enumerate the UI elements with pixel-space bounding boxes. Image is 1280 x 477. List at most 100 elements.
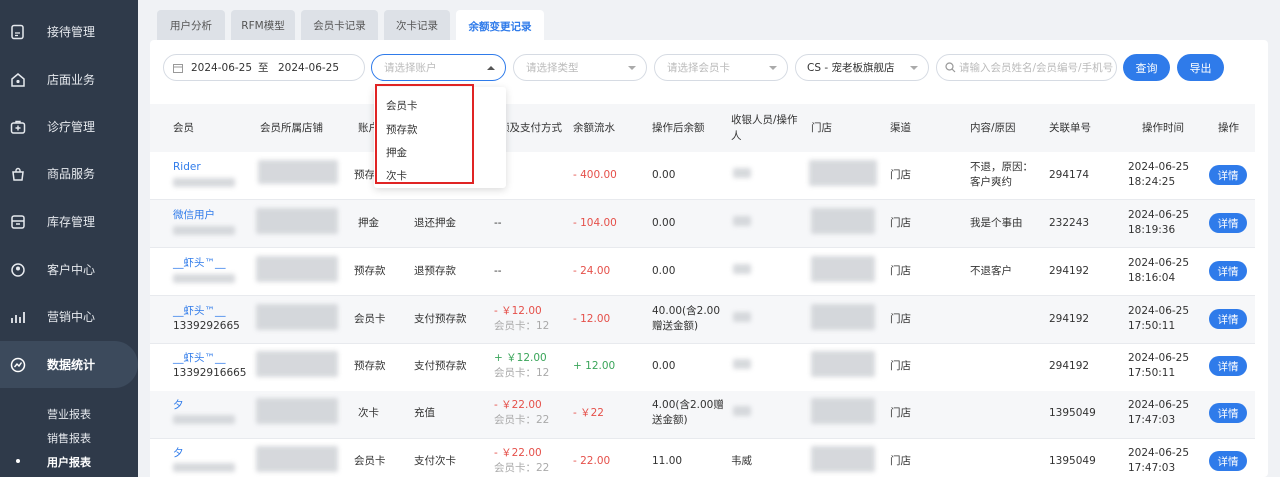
operation-time: 2024-06-25 18:19:36 [1128,209,1190,236]
chevron-down-icon [628,66,636,70]
sidebar-item-marketing[interactable]: 营销中心 [0,293,138,340]
balance-after: 11.00 [652,455,683,467]
balance-flow: - 400.00 [573,169,617,181]
member-name[interactable]: __虾头™__ [173,351,226,366]
detail-button[interactable]: 详情 [1209,261,1247,281]
statistics-icon [10,357,26,373]
member-name[interactable]: Rider [173,160,201,175]
sidebar-item-goods[interactable]: 商品服务 [0,150,138,197]
amount-payment: + ￥12.00 [494,352,547,364]
calendar-icon [173,63,183,76]
col-balance-flow: 余额流水 [573,122,615,134]
col-time: 操作时间 [1142,122,1184,134]
order-no: 1395049 [1049,407,1096,419]
detail-button[interactable]: 详情 [1209,213,1247,233]
store-select[interactable]: CS - 宠老板旗舰店 [795,54,929,81]
redacted-cashier [733,216,751,226]
sidebar-item-store[interactable]: 店面业务 [0,56,138,103]
sidebar-item-statistics[interactable]: 数据统计 [0,341,138,388]
detail-button[interactable]: 详情 [1209,356,1247,376]
order-no: 294174 [1049,169,1090,181]
col-member: 会员 [173,122,194,134]
payment-method: 会员卡：12 [494,320,550,332]
sidebar-item-label: 商品服务 [47,167,96,181]
date-range-picker[interactable]: 2024-06-25 至 2024-06-25 [163,54,365,81]
account-type: 会员卡 [354,313,386,325]
operation-time: 2024-06-25 17:50:11 [1128,305,1190,332]
tab-rfm-model[interactable]: RFM模型 [231,10,295,40]
reason: 不退客户 [970,265,1012,277]
sidebar-item-inventory[interactable]: 库存管理 [0,198,138,245]
operation-time: 2024-06-25 18:24:25 [1128,161,1190,188]
detail-button[interactable]: 详情 [1209,309,1247,329]
balance-after: 0.00 [652,360,676,372]
channel: 门店 [890,360,911,372]
redacted-store [256,208,338,234]
highlight-box [375,84,474,184]
member-name[interactable]: 夕 [173,446,184,461]
operation-time: 2024-06-25 17:50:11 [1128,352,1190,379]
detail-button[interactable]: 详情 [1209,451,1247,471]
col-amount-payment: 金额及支付方式 [507,122,562,134]
channel: 门店 [890,407,911,419]
tab-balance-change-record[interactable]: 余额变更记录 [456,10,544,42]
balance-flow: - ￥22 [573,407,604,419]
redacted-store [256,304,338,330]
tab-member-card-record[interactable]: 会员卡记录 [301,10,378,40]
sidebar-subitem-business-report[interactable]: 营业报表 [47,406,91,422]
balance-flow: - 24.00 [573,265,611,277]
redacted-phone [173,463,235,472]
chevron-down-icon [769,66,777,70]
sidebar-item-reception[interactable]: 接待管理 [0,8,138,55]
redacted-store [258,160,338,184]
detail-button[interactable]: 详情 [1209,403,1247,423]
order-no: 294192 [1049,313,1090,325]
balance-after: 0.00 [652,169,676,181]
sidebar-item-label: 营销中心 [47,310,96,324]
channel: 门店 [890,455,911,467]
col-action: 操作 [1218,122,1239,134]
balance-flow: - 104.00 [573,217,617,229]
redacted-store [256,256,338,282]
member-name[interactable]: __虾头™__ [173,304,226,319]
account-select[interactable]: 请选择账户 [371,54,506,81]
type-select[interactable]: 请选择类型 [513,54,647,81]
date-start: 2024-06-25 [191,61,253,74]
balance-flow: - 12.00 [573,313,611,325]
search-input[interactable]: 请输入会员姓名/会员编号/手机号 [936,54,1117,81]
export-button[interactable]: 导出 [1177,54,1224,81]
sidebar: 接待管理 店面业务 诊疗管理 商品服务 库存管理 客户中心 营销中心 数据统计 … [0,0,138,477]
redacted-store [811,208,875,234]
channel: 门店 [890,265,911,277]
col-cashier: 收银人员/操作人 [731,114,798,142]
search-icon [945,62,956,76]
amount-payment: - ￥12.00 [494,305,542,317]
order-no: 1395049 [1049,455,1096,467]
change-type: 支付预存款 [414,313,467,325]
medical-kit-icon [10,119,26,135]
balance-after: 4.00(含2.00赠送金额) [652,399,724,426]
account-type: 预存款 [354,265,386,277]
redacted-cashier [733,359,751,369]
order-no: 294192 [1049,360,1090,372]
member-card-select[interactable]: 请选择会员卡 [654,54,788,81]
member-name[interactable]: 微信用户 [173,208,215,223]
redacted-phone [173,415,235,424]
sidebar-subitem-user-report[interactable]: 用户报表 [47,454,91,470]
sidebar-item-customer[interactable]: 客户中心 [0,246,138,293]
member-name[interactable]: __虾头™__ [173,256,226,271]
payment-method: 会员卡：22 [494,414,550,426]
reason: 我是个事由 [970,217,1023,229]
member-name[interactable]: 夕 [173,398,184,413]
change-type: 支付预存款 [414,360,467,372]
redacted-phone [173,274,235,283]
sidebar-item-medical[interactable]: 诊疗管理 [0,103,138,150]
sidebar-subitem-sales-report[interactable]: 销售报表 [47,430,91,446]
detail-button[interactable]: 详情 [1209,165,1247,185]
redacted-store [256,446,338,472]
member-card-select-placeholder: 请选择会员卡 [667,62,730,74]
query-button[interactable]: 查询 [1123,54,1170,81]
tab-times-card-record[interactable]: 次卡记录 [384,10,450,40]
redacted-cashier [733,406,751,416]
tab-user-analysis[interactable]: 用户分析 [157,10,225,40]
